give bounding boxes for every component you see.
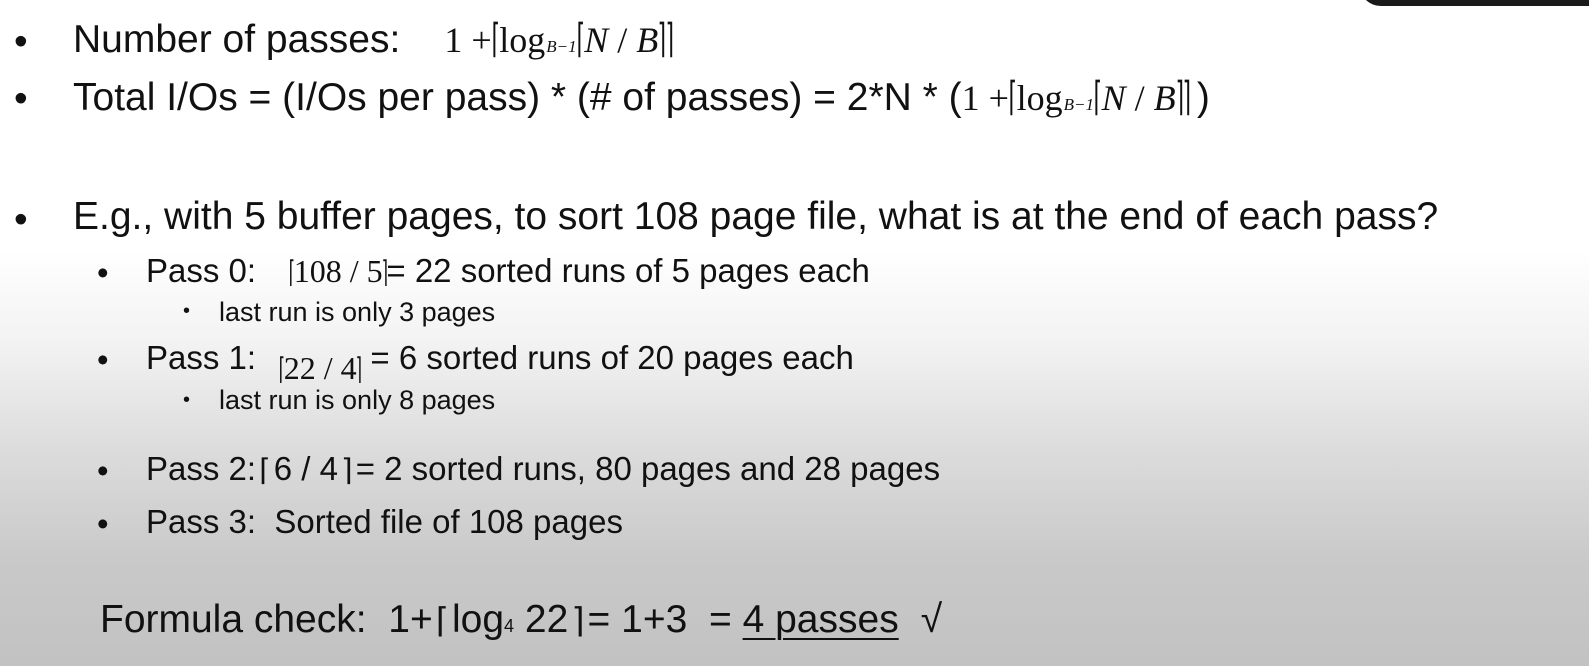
formula-b: B xyxy=(1153,78,1176,118)
formula-slash: / xyxy=(608,20,637,60)
formula-base: B−1 xyxy=(1063,95,1094,114)
formula-b: B xyxy=(636,20,659,60)
example-line: E.g., with 5 buffer pages, to sort 108 p… xyxy=(73,195,1438,239)
pass1-result: = 6 sorted runs of 20 pages each xyxy=(370,339,854,376)
pass0-note: last run is only 3 pages xyxy=(219,297,496,327)
formula-base: B−1 xyxy=(546,37,577,56)
bullet-dot: • xyxy=(97,254,109,291)
corner-decoration xyxy=(1359,0,1589,6)
ceil-right-bracket: ⌉ xyxy=(381,255,388,290)
ceil-right-bracket: ⌉ xyxy=(571,601,585,641)
passes-label: Number of passes: xyxy=(73,18,401,61)
bullet-dot: • xyxy=(183,389,191,411)
formula-log: log xyxy=(499,20,546,60)
check-log: log xyxy=(451,598,505,641)
bullet-dot: • xyxy=(97,452,109,489)
ceil-left-bracket: ⌈ xyxy=(576,16,585,62)
ceil-left-bracket: ⌈ xyxy=(1093,74,1103,120)
formula-one-plus: 1 + xyxy=(961,78,1009,118)
ceil-right-bracket: ⌉ xyxy=(665,16,674,62)
pass0-line: Pass 0: ⌈ 108 / 5 ⌉ = 22 sorted runs of … xyxy=(146,252,870,290)
formula-log: log xyxy=(1016,78,1063,118)
ceil-left-bracket: ⌈ xyxy=(259,453,271,488)
check-mid: = 1+3 = xyxy=(587,598,743,641)
ceil-left-bracket: ⌈ xyxy=(435,601,449,641)
pass1-note-line: last run is only 8 pages xyxy=(219,385,495,416)
ceil-left-bracket: ⌈ xyxy=(491,16,500,62)
check-label: Formula check: 1+ xyxy=(100,598,433,641)
pass0-expr: ⌈ 108 / 5 ⌉ xyxy=(288,253,388,290)
pass2-line: Pass 2: ⌈ 6 / 4 ⌉ = 2 sorted runs, 80 pa… xyxy=(146,450,940,488)
passes-formula: 1 + ⌈ log B−1 ⌈ N / B ⌉ ⌉ xyxy=(444,16,674,62)
pass3-label: Pass 3: Sorted file of 108 pages xyxy=(146,503,623,540)
check-arg: 22 xyxy=(514,598,569,641)
formula-slash: / xyxy=(1125,78,1154,118)
formula-one-plus: 1 + xyxy=(444,20,492,60)
check-base: 4 xyxy=(504,616,515,636)
formula-n: N xyxy=(584,20,609,60)
ceil-right-bracket: ⌉ xyxy=(1182,74,1192,120)
pass0-label: Pass 0: xyxy=(146,252,257,289)
ceil-left-bracket: ⌈ xyxy=(278,352,286,387)
bullet-dot: • xyxy=(97,505,109,542)
pass0-expr-text: 108 / 5 xyxy=(293,253,383,289)
pass1-line: Pass 1: ⌈ 22 / 4 ⌉ = 6 sorted runs of 20… xyxy=(146,339,854,387)
bullet-dot: • xyxy=(97,341,109,378)
ceil-right-bracket: ⌉ xyxy=(355,352,362,387)
pass1-label: Pass 1: xyxy=(146,339,257,376)
slide: • Number of passes: 1 + ⌈ log B−1 ⌈ N / … xyxy=(0,0,1589,666)
ceil-right-bracket: ⌉ xyxy=(341,453,353,488)
pass2-label: Pass 2: xyxy=(146,450,257,487)
pass1-expr: ⌈ 22 / 4 ⌉ xyxy=(278,350,362,387)
check-result: 4 passes xyxy=(742,598,899,641)
bullet-dot: • xyxy=(14,77,28,120)
pass0-result: = 22 sorted runs of 5 pages each xyxy=(386,252,870,289)
total-io-formula: 1 + ⌈ log B−1 ⌈ N / B ⌉ ⌉ xyxy=(961,74,1192,120)
pass3-line: Pass 3: Sorted file of 108 pages xyxy=(146,503,623,541)
bullet-dot: • xyxy=(14,20,28,63)
passes-line: Number of passes: 1 + ⌈ log B−1 ⌈ N / B … xyxy=(73,16,674,62)
bullet-dot: • xyxy=(14,198,28,241)
total-io-label: Total I/Os = (I/Os per pass) * (# of pas… xyxy=(73,76,962,119)
ceil-left-bracket: ⌈ xyxy=(288,255,296,290)
pass0-note-line: last run is only 3 pages xyxy=(219,297,495,328)
bullet-dot: • xyxy=(183,300,191,322)
total-io-line: Total I/Os = (I/Os per pass) * (# of pas… xyxy=(73,74,1210,120)
pass2-result: = 2 sorted runs, 80 pages and 28 pages xyxy=(355,450,941,487)
formula-n: N xyxy=(1101,78,1126,118)
check-mark: √ xyxy=(920,598,943,641)
formula-check-line: Formula check: 1+ ⌈ log 4 22 ⌉ = 1+3 = 4… xyxy=(100,598,942,642)
total-io-close: ) xyxy=(1196,76,1210,119)
pass1-note: last run is only 8 pages xyxy=(219,385,496,415)
pass2-expr: 6 / 4 xyxy=(273,450,338,487)
pass1-expr-text: 22 / 4 xyxy=(283,350,357,386)
example-text: E.g., with 5 buffer pages, to sort 108 p… xyxy=(73,195,1439,238)
ceil-left-bracket: ⌈ xyxy=(1008,74,1018,120)
